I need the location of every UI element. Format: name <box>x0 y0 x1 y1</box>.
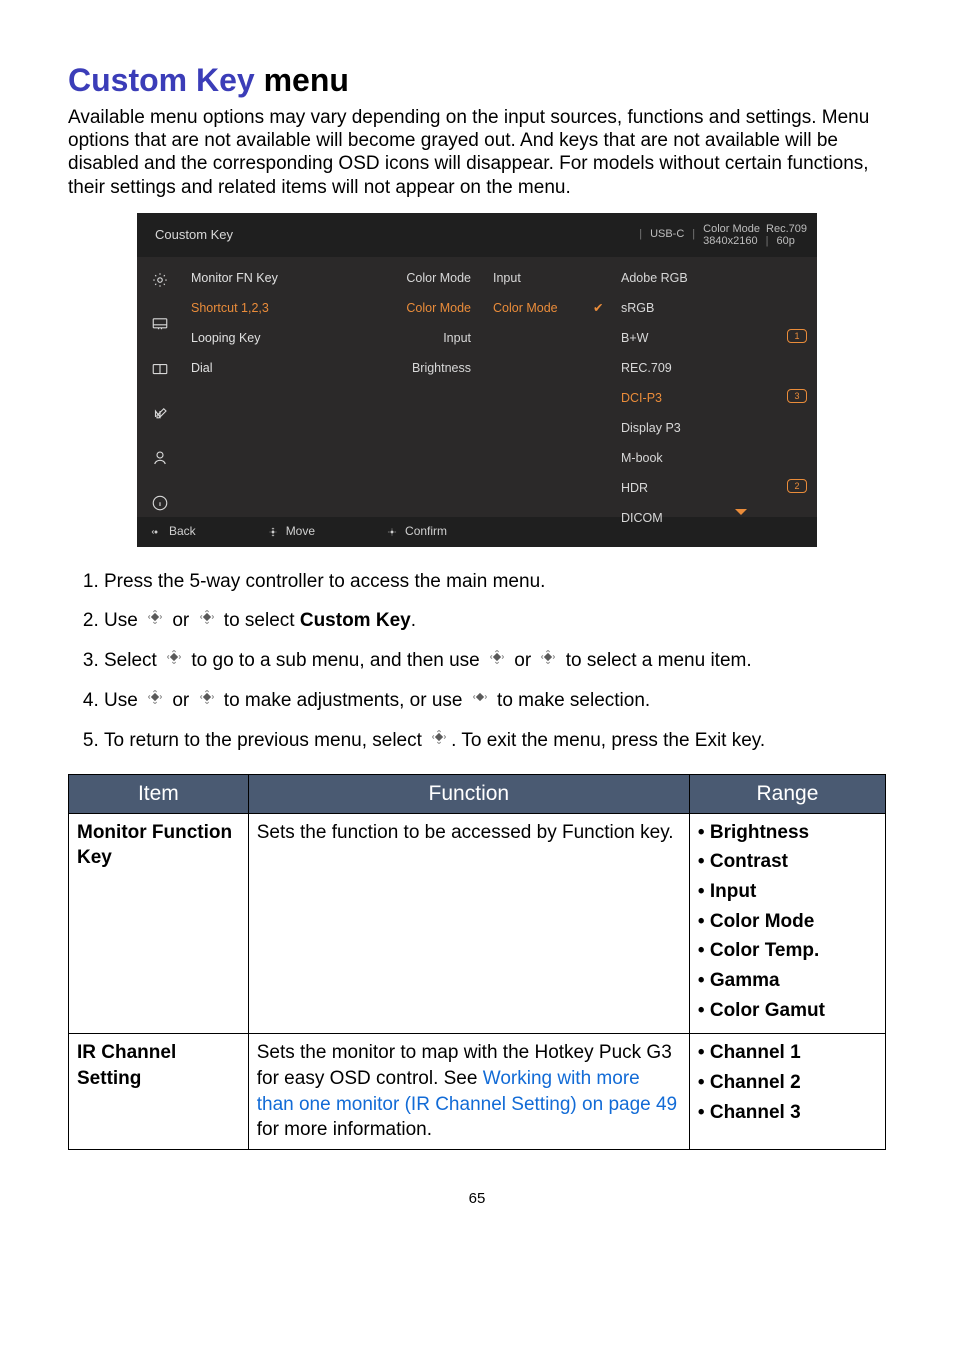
check-icon: ✔ <box>593 301 621 315</box>
cell-function: Sets the function to be accessed by Func… <box>248 813 689 1033</box>
table-row: Monitor Function KeySets the function to… <box>69 813 886 1033</box>
osd-item[interactable]: Dial <box>191 361 363 375</box>
custom-key-icon[interactable] <box>151 405 169 428</box>
nav-back-label: Back <box>169 524 196 539</box>
osd-item[interactable]: Input <box>493 271 593 285</box>
osd-icon-column <box>137 257 183 517</box>
range-option: Input <box>698 879 877 905</box>
joystick-icon <box>197 608 217 634</box>
osd-item[interactable]: Looping Key <box>191 331 363 345</box>
display-icon[interactable] <box>151 315 169 338</box>
osd-item[interactable]: REC.709 <box>621 361 807 375</box>
th-item: Item <box>69 774 249 813</box>
range-option: Gamma <box>698 968 877 994</box>
joystick-icon <box>538 648 558 674</box>
slot-badge: 3 <box>787 389 807 403</box>
nav-confirm-label: Confirm <box>405 524 447 539</box>
cell-function: Sets the monitor to map with the Hotkey … <box>248 1034 689 1150</box>
joystick-icon <box>145 688 165 714</box>
osd-item[interactable]: Adobe RGB <box>621 271 807 285</box>
range-option: Brightness <box>698 820 877 846</box>
osd-col1[interactable]: Monitor FN Key Shortcut 1,2,3 Looping Key D… <box>183 257 363 517</box>
range-option: Channel 3 <box>698 1100 877 1126</box>
nav-confirm[interactable]: Confirm <box>385 524 447 539</box>
cell-item: IR Channel Setting <box>69 1034 249 1150</box>
osd-item[interactable]: Input <box>363 331 471 345</box>
osd-item[interactable]: Monitor FN Key <box>191 271 363 285</box>
range-option: Contrast <box>698 849 877 875</box>
range-option: Channel 1 <box>698 1040 877 1066</box>
nav-move[interactable]: Move <box>266 524 315 539</box>
step-2: Use or to select Custom Key. <box>104 608 878 634</box>
osd-item[interactable]: sRGB <box>621 301 807 315</box>
osd-panel: Coustom Key | USB-C | Color Mode Rec.709… <box>137 213 817 547</box>
osd-item[interactable]: Color Mode <box>363 301 471 315</box>
osd-window-title: Coustom Key <box>137 227 631 243</box>
split-icon[interactable] <box>151 360 169 383</box>
range-option: Color Temp. <box>698 938 877 964</box>
step-4: Use or to make adjustments, or use to ma… <box>104 688 878 714</box>
range-option: Color Gamut <box>698 998 877 1024</box>
osd-item[interactable]: DCI-P33 <box>621 391 807 405</box>
osd-hdr-refresh: 60p <box>776 235 794 247</box>
joystick-icon <box>429 728 449 754</box>
osd-item[interactable]: DICOM <box>621 511 807 525</box>
step-1: Press the 5-way controller to access the… <box>104 569 878 595</box>
nav-back[interactable]: Back <box>149 524 196 539</box>
table-row: IR Channel SettingSets the monitor to ma… <box>69 1034 886 1150</box>
brightness-icon[interactable] <box>151 271 169 294</box>
cross-ref-link[interactable]: Working with more than one monitor (IR C… <box>257 1068 677 1115</box>
osd-hdr-cm-label: Color Mode <box>703 223 760 235</box>
reference-table: Item Function Range Monitor Function Key… <box>68 774 886 1150</box>
range-option: Color Mode <box>698 909 877 935</box>
osd-col4: ✔ <box>593 257 621 517</box>
osd-hdr-cm-value: Rec.709 <box>766 223 807 235</box>
slot-badge: 2 <box>787 479 807 493</box>
page-title-rest: menu <box>255 62 349 98</box>
osd-item[interactable]: Display P3 <box>621 421 807 435</box>
th-range: Range <box>689 774 885 813</box>
osd-item[interactable]: Brightness <box>363 361 471 375</box>
osd-item[interactable]: HDR2 <box>621 481 807 495</box>
osd-col2[interactable]: Color Mode Color Mode Input Brightness <box>363 257 493 517</box>
osd-hdr-input: USB-C <box>650 228 684 242</box>
page-number: 65 <box>68 1190 886 1209</box>
nav-move-label: Move <box>286 524 315 539</box>
th-function: Function <box>248 774 689 813</box>
joystick-icon <box>197 688 217 714</box>
intro-text: Available menu options may vary dependin… <box>68 106 886 199</box>
cell-range: Channel 1 Channel 2 Channel 3 <box>689 1034 885 1150</box>
slot-badge: 1 <box>787 329 807 343</box>
range-option: Channel 2 <box>698 1070 877 1096</box>
page-title-accent: Custom Key <box>68 62 255 98</box>
joystick-icon <box>145 608 165 634</box>
osd-item[interactable]: Color Mode <box>363 271 471 285</box>
osd-item[interactable]: Color Mode <box>493 301 593 315</box>
cell-range: Brightness Contrast Input Color Mode Color T… <box>689 813 885 1033</box>
osd-item[interactable]: B+W1 <box>621 331 807 345</box>
step-3: Select to go to a sub menu, and then use… <box>104 648 878 674</box>
joystick-icon <box>487 648 507 674</box>
instruction-list: Press the 5-way controller to access the… <box>76 569 878 754</box>
osd-item[interactable]: M-book <box>621 451 807 465</box>
osd-item[interactable]: Shortcut 1,2,3 <box>191 301 363 315</box>
joystick-icon <box>470 688 490 714</box>
osd-col3[interactable]: Input Color Mode <box>493 257 593 517</box>
joystick-icon <box>164 648 184 674</box>
step-5: To return to the previous menu, select .… <box>104 728 878 754</box>
osd-header: Coustom Key | USB-C | Color Mode Rec.709… <box>137 213 817 257</box>
osd-hdr-res: 3840x2160 <box>703 235 757 247</box>
info-icon[interactable] <box>151 494 169 517</box>
user-icon[interactable] <box>151 449 169 472</box>
osd-col5[interactable]: Adobe RGB sRGB B+W1 REC.709 DCI-P33 Display P… <box>621 257 817 517</box>
cell-item: Monitor Function Key <box>69 813 249 1033</box>
